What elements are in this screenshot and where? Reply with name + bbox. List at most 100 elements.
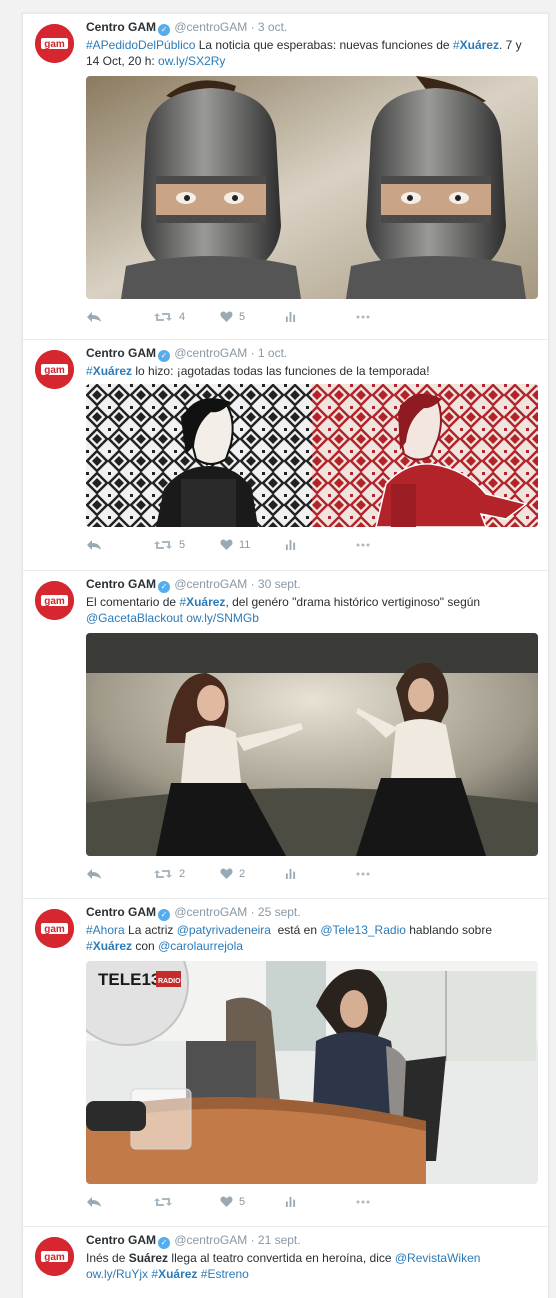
more-button[interactable]	[356, 1200, 370, 1204]
tweet-date[interactable]: 21 sept.	[258, 1233, 301, 1247]
tweet-header: Centro GAM ✓ @centroGAM · 1 oct.	[86, 346, 538, 362]
more-button[interactable]	[356, 315, 370, 319]
tweet-text-part: Inés de	[86, 1251, 129, 1265]
tweet[interactable]: Centro GAM ✓ @centroGAM · 25 sept. #Ahora…	[23, 899, 548, 1227]
mention-link[interactable]: @carolaurrejola	[158, 939, 243, 953]
hash-symbol: #	[452, 38, 460, 52]
hashtag-link[interactable]: #APedidoDelPúblico	[86, 38, 195, 52]
avatar[interactable]	[35, 24, 74, 63]
author-name[interactable]: Centro GAM	[86, 1233, 156, 1247]
hashtag-link[interactable]: #Ahora	[86, 923, 125, 937]
tweet[interactable]: Centro GAM ✓ @centroGAM · 30 sept. El com…	[23, 571, 548, 899]
reply-button[interactable]	[86, 1196, 153, 1208]
mention-link[interactable]: @GacetaBlackout	[86, 611, 183, 625]
short-url-link[interactable]: ow.ly/RuYjx	[86, 1267, 148, 1281]
avatar[interactable]	[35, 581, 74, 620]
hashtag-link[interactable]: #Xuárez	[453, 38, 499, 52]
tweet-actions: 5	[86, 1184, 538, 1219]
reply-icon	[86, 539, 102, 551]
separator: ·	[250, 577, 255, 591]
analytics-button[interactable]	[285, 868, 356, 879]
tweet-text-part: llega al teatro convertida en heroína, d…	[168, 1251, 395, 1265]
separator: ·	[250, 346, 255, 360]
like-button[interactable]: 11	[220, 539, 285, 551]
reply-button[interactable]	[86, 868, 153, 880]
stats-icon	[285, 539, 296, 550]
hashtag-link[interactable]: #Xuárez	[86, 939, 132, 953]
avatar[interactable]	[35, 909, 74, 948]
tweet-photo[interactable]: TELE13 RADIO	[86, 961, 538, 1184]
hashtag-link[interactable]: #Estreno	[201, 1267, 249, 1281]
heart-icon	[220, 311, 233, 322]
author-name[interactable]: Centro GAM	[86, 346, 156, 360]
more-button[interactable]	[356, 543, 370, 547]
retweet-count: 5	[179, 538, 186, 551]
tweet[interactable]: Centro GAM ✓ @centroGAM · 21 sept. Inés d…	[23, 1227, 548, 1298]
reply-button[interactable]	[86, 539, 153, 551]
short-url-link[interactable]: ow.ly/SNMGb	[186, 611, 259, 625]
analytics-button[interactable]	[285, 1196, 356, 1207]
stats-icon	[285, 311, 296, 322]
hashtag-link[interactable]: #Xuárez	[179, 595, 225, 609]
hashtag-link[interactable]: #Xuárez	[151, 1267, 197, 1281]
tweet-photo[interactable]	[86, 633, 538, 856]
retweet-button[interactable]: 2	[153, 868, 220, 880]
tweet-text-part: El comentario de	[86, 595, 180, 609]
tweet-date[interactable]: 30 sept.	[258, 577, 301, 591]
analytics-button[interactable]	[285, 539, 356, 550]
author-handle[interactable]: @centroGAM	[174, 577, 247, 591]
tweet[interactable]: Centro GAM ✓ @centroGAM · 1 oct. #Xuárez …	[23, 340, 548, 571]
tweet-date[interactable]: 3 oct.	[258, 20, 287, 34]
tweet-text: Inés de Suárez llega al teatro convertid…	[86, 1250, 538, 1282]
tweet-text: #Xuárez lo hizo: ¡agotadas todas las fun…	[86, 363, 538, 379]
mention-link[interactable]: @patyrivadeneira	[177, 923, 271, 937]
tweet-date[interactable]: 25 sept.	[258, 905, 301, 919]
reply-button[interactable]	[86, 311, 153, 323]
more-icon	[356, 1200, 370, 1204]
retweet-button[interactable]	[153, 1196, 220, 1208]
author-name[interactable]: Centro GAM	[86, 905, 156, 919]
tweet-header: Centro GAM ✓ @centroGAM · 3 oct.	[86, 20, 538, 36]
avatar[interactable]	[35, 350, 74, 389]
like-count: 5	[239, 310, 246, 323]
tweet-photo[interactable]	[86, 76, 538, 299]
author-handle[interactable]: @centroGAM	[174, 1233, 247, 1247]
separator: ·	[250, 1233, 255, 1247]
tweet[interactable]: Centro GAM ✓ @centroGAM · 3 oct. #APedido…	[23, 14, 548, 340]
author-name[interactable]: Centro GAM	[86, 20, 156, 34]
like-count: 5	[239, 1195, 246, 1208]
retweet-button[interactable]: 4	[153, 311, 220, 323]
retweet-icon	[153, 1196, 173, 1208]
knights-helmets-photo	[86, 76, 538, 299]
tweet-actions: 5 11	[86, 527, 538, 562]
tele13-sign: TELE13	[98, 970, 160, 989]
author-handle[interactable]: @centroGAM	[174, 346, 247, 360]
retweet-button[interactable]: 5	[153, 539, 220, 551]
avatar[interactable]	[35, 1237, 74, 1276]
retweet-icon	[153, 539, 173, 551]
like-button[interactable]: 2	[220, 868, 285, 880]
like-button[interactable]: 5	[220, 311, 285, 323]
author-handle[interactable]: @centroGAM	[174, 905, 247, 919]
hashtag-link[interactable]: #Xuárez	[86, 364, 132, 378]
tweet-actions: 4 5	[86, 299, 538, 334]
more-button[interactable]	[356, 872, 370, 876]
tweet-header: Centro GAM ✓ @centroGAM · 30 sept.	[86, 577, 538, 593]
like-button[interactable]: 5	[220, 1196, 285, 1208]
tweet-text-part: La actriz	[124, 923, 177, 937]
tweet-text: El comentario de #Xuárez, del genéro "dr…	[86, 594, 538, 626]
tweet-date[interactable]: 1 oct.	[258, 346, 287, 360]
short-url-link[interactable]: ow.ly/SX2Ry	[158, 54, 225, 68]
retweet-count: 2	[179, 867, 186, 880]
illustration-photo	[86, 384, 538, 527]
stats-icon	[285, 868, 296, 879]
analytics-button[interactable]	[285, 311, 356, 322]
highlighted-term: Suárez	[128, 1251, 169, 1265]
heart-icon	[220, 1196, 233, 1207]
author-name[interactable]: Centro GAM	[86, 577, 156, 591]
hashtag-term: Xuárez	[158, 1267, 198, 1281]
tweet-photo[interactable]	[86, 384, 538, 527]
author-handle[interactable]: @centroGAM	[174, 20, 247, 34]
mention-link[interactable]: @Tele13_Radio	[320, 923, 406, 937]
mention-link[interactable]: @RevistaWiken	[395, 1251, 481, 1265]
